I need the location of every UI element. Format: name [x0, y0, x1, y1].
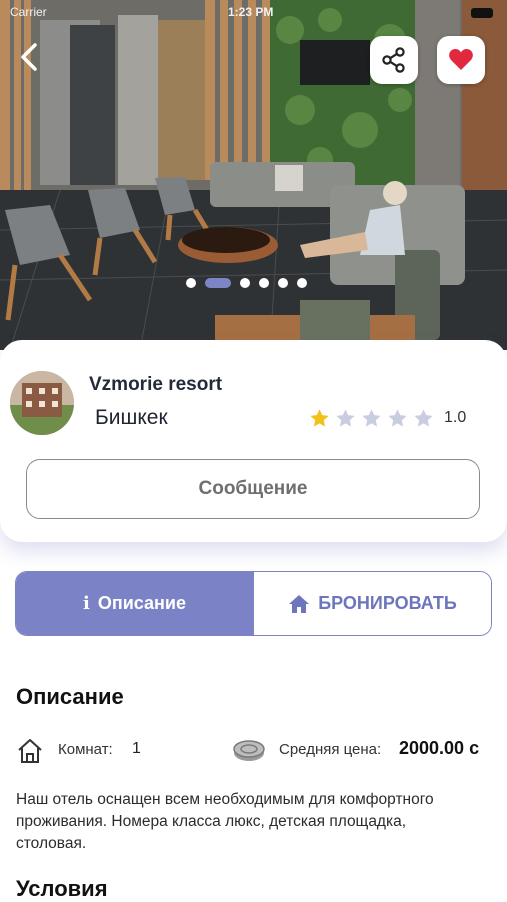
description-title: Описание [16, 684, 124, 709]
hotel-thumbnail-image [10, 371, 74, 435]
message-button[interactable]: Сообщение [26, 459, 480, 519]
gallery-dot-active[interactable] [205, 278, 231, 288]
gallery-dot[interactable] [186, 278, 196, 288]
gallery-dot[interactable] [240, 278, 250, 288]
star-filled-icon [310, 409, 329, 427]
chevron-left-icon [21, 43, 37, 71]
favorite-button[interactable] [437, 36, 485, 84]
rating-value: 1.0 [444, 409, 467, 426]
home-icon [289, 594, 310, 613]
tab-booking-label: БРОНИРОВАТЬ [318, 593, 457, 613]
gallery-dot[interactable] [278, 278, 288, 288]
hotel-avatar [10, 371, 74, 435]
back-button[interactable] [14, 42, 44, 78]
description-text: Наш отель оснащен всем необходимым для к… [16, 791, 434, 852]
star-empty-icon [388, 409, 407, 427]
status-bar: Carrier 1:23 PM [0, 0, 507, 28]
star-empty-icon [336, 409, 355, 427]
gallery-pagination[interactable] [186, 278, 307, 288]
gallery-dot[interactable] [297, 278, 307, 288]
tab-booking[interactable]: БРОНИРОВАТЬ [253, 572, 491, 635]
hotel-photo-gallery[interactable]: Carrier 1:23 PM [0, 0, 507, 350]
heart-icon [449, 49, 473, 70]
details-row: Комнат: 1 Средняя цена: 2000.00 с [16, 736, 496, 766]
rooms-label: Комнат: [58, 741, 113, 758]
average-price-label: Средняя цена: [279, 741, 382, 758]
status-time: 1:23 PM [228, 5, 274, 19]
conditions-title: Условия [16, 876, 108, 901]
hotel-city: Бишкек [95, 406, 168, 429]
tab-description-label: Описание [97, 593, 186, 613]
tab-bar: i Описание БРОНИРОВАТЬ [15, 571, 492, 636]
hotel-lobby-photo [0, 0, 507, 350]
star-empty-icon [414, 409, 433, 427]
info-icon: i [83, 593, 90, 614]
carrier-label: Carrier [10, 5, 47, 19]
gallery-dot[interactable] [259, 278, 269, 288]
coins-icon [233, 740, 265, 761]
house-icon [18, 739, 42, 763]
star-empty-icon [362, 409, 381, 427]
hotel-name: Vzmorie resort [89, 374, 223, 395]
tab-description[interactable]: i Описание [16, 572, 253, 635]
rooms-value: 1 [132, 740, 141, 757]
hotel-info-card: Vzmorie resort Бишкек 1.0 Сообщение [0, 340, 507, 542]
battery-icon [471, 8, 493, 18]
share-button[interactable] [370, 36, 418, 84]
rating-stars [309, 408, 434, 429]
average-price-value: 2000.00 с [399, 738, 480, 758]
share-icon [382, 47, 405, 73]
